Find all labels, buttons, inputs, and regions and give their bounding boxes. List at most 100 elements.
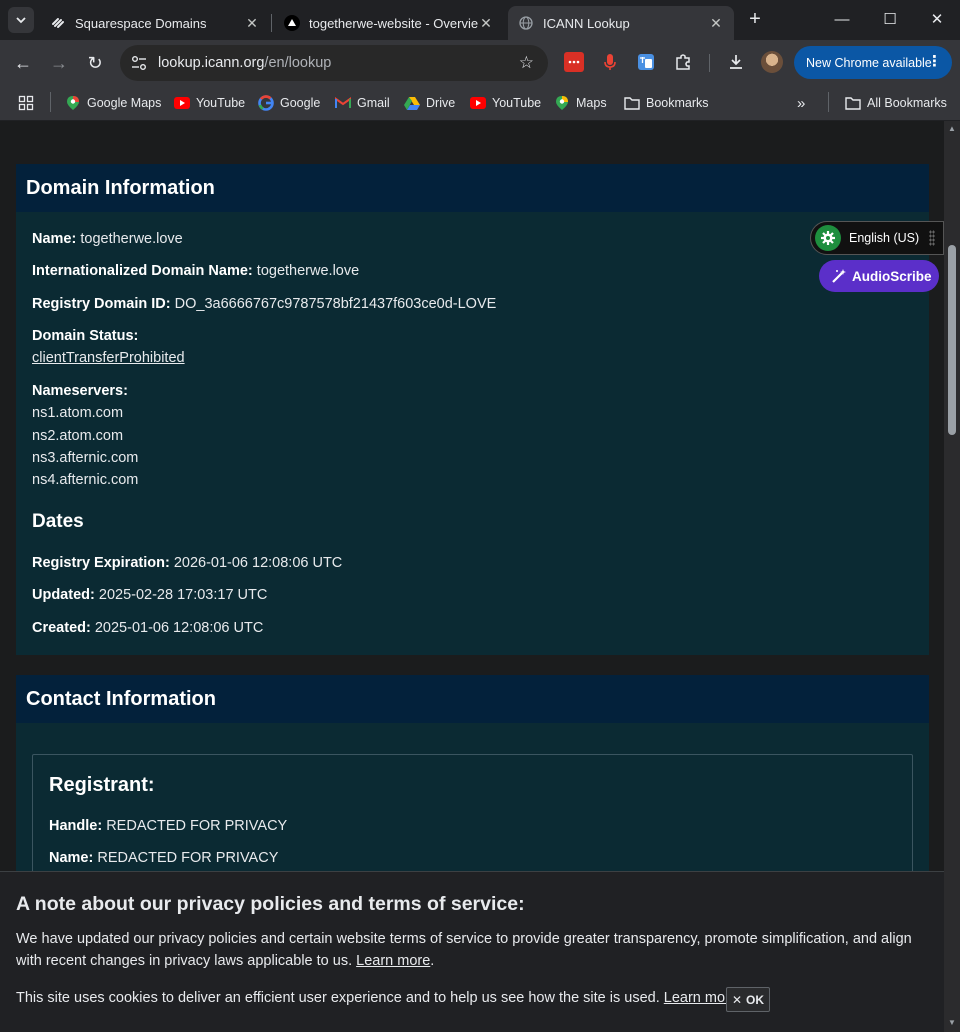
more-bookmarks-chevron-icon[interactable]: » [797,92,805,114]
idn-value: togetherwe.love [256,263,360,279]
more-menu-icon[interactable]: ⋮ [927,53,942,71]
bookmark-drive[interactable]: Drive [404,92,455,114]
created-row: Created: 2025-01-06 12:08:06 UTC [32,620,263,636]
google-maps-icon [65,95,81,111]
field-label: Updated: [32,587,95,603]
drag-handle-icon[interactable] [929,230,935,246]
scrollbar-thumb[interactable] [948,245,956,435]
close-icon[interactable]: ✕ [244,15,260,32]
field-label: Name: [32,231,77,247]
privacy-notice-body: We have updated our privacy policies and… [16,931,912,969]
close-icon[interactable]: ✕ [478,15,494,32]
url-host: lookup.icann.org [158,55,265,71]
updated-value: 2025-02-28 17:03:17 UTC [98,587,268,603]
back-icon[interactable]: ← [11,51,35,75]
bookmark-label: YouTube [196,96,246,110]
microphone-icon[interactable] [600,52,620,72]
reload-icon[interactable]: ↻ [83,51,107,75]
language-label: English (US) [849,231,920,245]
bookmark-gmail[interactable]: Gmail [335,92,390,114]
extensions-puzzle-icon[interactable] [673,52,693,72]
youtube-icon [470,95,486,111]
drive-icon [404,95,420,111]
domain-status-label: Domain Status: [32,328,138,344]
bookmark-google[interactable]: Google [258,92,320,114]
audioscribe-button[interactable]: AudioScribe [819,260,939,292]
cookie-notice-text: This site uses cookies to deliver an eff… [16,987,926,1009]
scroll-down-arrow-icon[interactable]: ▼ [947,1018,957,1027]
browser-toolbar: ← → ↻ lookup.icann.org/en/lookup ☆ New C… [0,40,960,86]
dates-heading: Dates [32,511,84,532]
tab-icann-lookup[interactable]: ICANN Lookup ✕ [508,6,734,40]
bookmarks-divider [50,92,51,112]
bookmark-maps[interactable]: Maps [554,92,607,114]
tab-squarespace-domains[interactable]: Squarespace Domains ✕ [40,6,270,40]
close-icon[interactable]: ✕ [708,15,724,32]
vercel-icon [284,15,300,31]
bookmark-label: Gmail [357,96,390,110]
handle-row: Handle: REDACTED FOR PRIVACY [49,818,287,834]
google-icon [258,95,274,111]
toolbar-divider [709,54,710,72]
close-icon: ✕ [731,992,743,1007]
domain-name-value: togetherwe.love [80,231,183,247]
domain-status-link[interactable]: clientTransferProhibited [32,350,185,366]
privacy-notice-title: A note about our privacy policies and te… [16,893,525,915]
folder-icon [845,95,861,111]
tab-search-button[interactable] [8,7,34,33]
maximize-icon[interactable]: ☐ [878,8,902,32]
vertical-scrollbar[interactable]: ▲ ▼ [944,121,960,1032]
nameserver-item: ns3.afternic.com [32,450,139,466]
gmail-icon [335,95,351,111]
maps-icon [554,95,570,111]
bookmark-google-maps[interactable]: Google Maps [65,92,161,114]
created-value: 2025-01-06 12:08:06 UTC [94,620,264,636]
field-label: Domain Status: [32,328,139,344]
bookmark-youtube-2[interactable]: YouTube [470,92,541,114]
translate-extension-icon[interactable] [636,52,656,72]
squarespace-icon [50,15,66,31]
ok-label: OK [746,992,765,1007]
site-info-icon[interactable] [130,54,148,72]
update-label: New Chrome available [806,55,932,70]
new-chrome-available-button[interactable]: New Chrome available ⋮ [794,46,952,79]
updated-row: Updated: 2025-02-28 17:03:17 UTC [32,587,267,603]
language-selector[interactable]: English (US) [810,221,944,255]
icann-icon [518,15,534,31]
ok-button[interactable]: ✕ OK [726,987,770,1012]
bookmark-youtube[interactable]: YouTube [174,92,245,114]
nameserver-item: ns1.atom.com [32,405,124,421]
tab-togetherwe-website[interactable]: togetherwe-website - Overview ✕ [274,6,504,40]
scroll-up-arrow-icon[interactable]: ▲ [947,124,957,133]
registry-expiration-value: 2026-01-06 12:08:06 UTC [173,555,343,571]
privacy-notice-banner: A note about our privacy policies and te… [0,871,944,1032]
nameserver-item: ns2.atom.com [32,428,124,444]
field-label: Registry Domain ID: [32,296,171,312]
bookmark-label: Google Maps [87,96,162,110]
new-tab-button[interactable]: + [744,9,766,31]
all-bookmarks-button[interactable]: All Bookmarks [845,92,947,114]
registrant-heading: Registrant: [49,774,155,796]
registrant-name-row: Name: REDACTED FOR PRIVACY [49,850,278,866]
learn-more-link[interactable]: Learn more [356,953,430,969]
bookmark-folder-bookmarks[interactable]: Bookmarks [624,92,709,114]
apps-grid-icon[interactable] [18,92,34,114]
address-bar[interactable]: lookup.icann.org/en/lookup ☆ [120,45,548,81]
url-text: lookup.icann.org/en/lookup [158,55,331,71]
extension-red-icon[interactable] [564,52,584,72]
window-close-icon[interactable]: ✕ [925,8,949,32]
registrant-name-value: REDACTED FOR PRIVACY [97,850,279,866]
forward-icon[interactable]: → [47,51,71,75]
bookmark-label: Google [280,96,321,110]
cookie-notice-body: This site uses cookies to deliver an eff… [16,990,660,1006]
gear-icon [815,225,841,251]
profile-avatar[interactable] [761,51,783,73]
bookmark-star-icon[interactable]: ☆ [519,53,534,73]
minimize-icon[interactable]: — [830,8,854,32]
field-label: Name: [49,850,94,866]
bookmarks-divider [828,92,829,112]
download-icon[interactable] [726,52,746,72]
youtube-icon [174,95,190,111]
privacy-notice-text: We have updated our privacy policies and… [16,931,912,969]
registry-domain-id-row: Registry Domain ID: DO_3a6666767c9787578… [32,296,496,312]
